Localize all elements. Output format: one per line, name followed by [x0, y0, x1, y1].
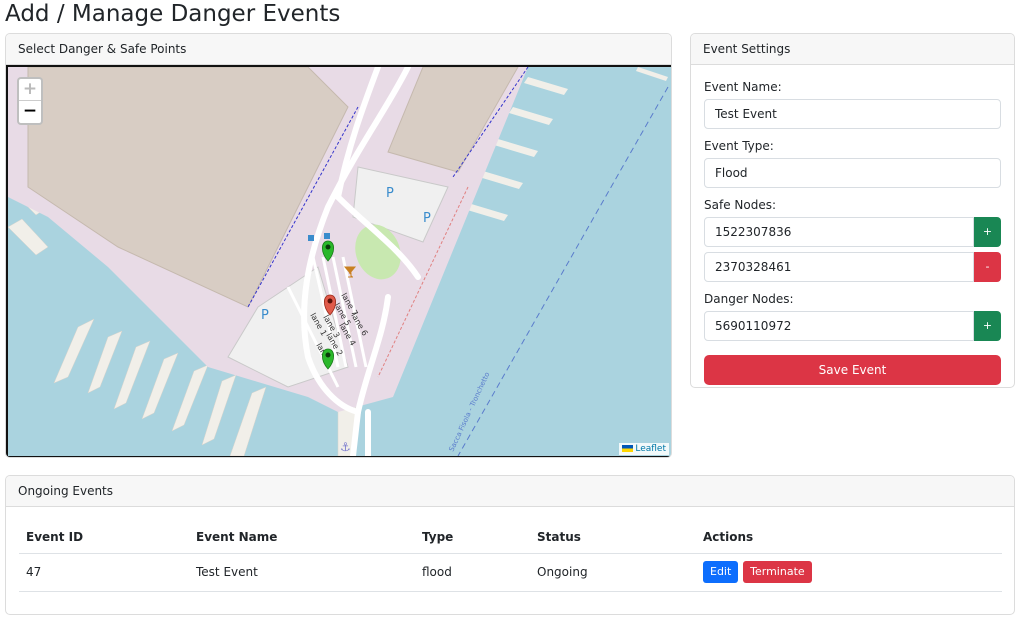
- event-settings-header: Event Settings: [691, 34, 1014, 65]
- table-row: 47 Test Event flood Ongoing Edit Termina…: [19, 553, 1002, 592]
- zoom-in-button[interactable]: +: [19, 79, 41, 101]
- column-header: Event ID: [19, 521, 189, 554]
- edit-button[interactable]: Edit: [703, 561, 739, 583]
- terminate-button[interactable]: Terminate: [743, 561, 812, 583]
- map-panel-header: Select Danger & Safe Points: [6, 34, 671, 65]
- safe-nodes-label: Safe Nodes:: [704, 198, 777, 212]
- remove-safe-node-button[interactable]: -: [974, 252, 1001, 282]
- danger-node-input[interactable]: 5690110972: [704, 311, 974, 341]
- safe-node-input[interactable]: 1522307836: [704, 217, 974, 247]
- event-type-label: Event Type:: [704, 139, 774, 153]
- anchor-icon: ⚓: [340, 440, 351, 454]
- map-attribution[interactable]: Leaflet: [619, 443, 669, 455]
- event-name-input[interactable]: Test Event: [704, 99, 1001, 129]
- ukraine-flag-icon: [622, 445, 634, 452]
- event-settings-panel: Event Settings Event Name: Test Event Ev…: [690, 33, 1015, 388]
- parking-label: P: [423, 211, 431, 226]
- events-table: Event ID Event Name Type Status Actions …: [19, 521, 1002, 592]
- zoom-out-button[interactable]: −: [19, 101, 41, 123]
- danger-node-row: 5690110972 +: [704, 311, 1001, 341]
- event-type-input[interactable]: Flood: [704, 158, 1001, 188]
- parking-label: P: [261, 308, 269, 323]
- safe-node-input[interactable]: 2370328461: [704, 252, 974, 282]
- ongoing-events-header: Ongoing Events: [6, 476, 1014, 507]
- zoom-control: + −: [17, 77, 43, 125]
- table-header-row: Event ID Event Name Type Status Actions: [19, 521, 1002, 554]
- event-name-cell: Test Event: [189, 553, 415, 592]
- event-status-cell: Ongoing: [530, 553, 696, 592]
- map-view[interactable]: + − P P P lane 7 lane 6 lane 5 lane 4 la…: [6, 65, 671, 457]
- column-header: Actions: [696, 521, 1002, 554]
- event-actions-cell: Edit Terminate: [696, 553, 1002, 592]
- safe-node-row: 2370328461 -: [704, 252, 1001, 282]
- column-header: Status: [530, 521, 696, 554]
- event-type-cell: flood: [415, 553, 530, 592]
- map-tiles: P P P lane 7 lane 6 lane 5 lane 4 lane 3…: [8, 67, 671, 456]
- event-name-label: Event Name:: [704, 80, 782, 94]
- column-header: Type: [415, 521, 530, 554]
- danger-nodes-label: Danger Nodes:: [704, 292, 794, 306]
- add-danger-node-button[interactable]: +: [974, 311, 1001, 341]
- event-id-cell: 47: [19, 553, 189, 592]
- column-header: Event Name: [189, 521, 415, 554]
- add-safe-node-button[interactable]: +: [974, 217, 1001, 247]
- parking-label: P: [386, 186, 394, 201]
- safe-node-row: 1522307836 +: [704, 217, 1001, 247]
- save-event-button[interactable]: Save Event: [704, 355, 1001, 385]
- page-title: Add / Manage Danger Events: [5, 1, 341, 27]
- map-panel: Select Danger & Safe Points + − P P P la…: [5, 33, 672, 458]
- ongoing-events-panel: Ongoing Events Event ID Event Name Type …: [5, 475, 1015, 615]
